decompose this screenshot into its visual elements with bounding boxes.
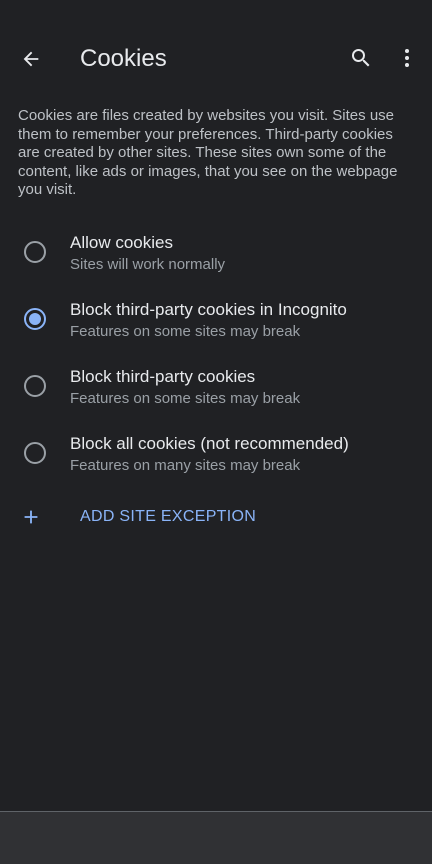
option-title: Block third-party cookies in Incognito [70, 300, 347, 319]
search-icon [352, 49, 370, 67]
option-subtitle: Features on many sites may break [70, 457, 301, 474]
radio-block-third-party-incognito[interactable] [24, 308, 46, 330]
bottom-navigation-bar [0, 811, 432, 864]
radio-block-all-cookies[interactable] [24, 442, 46, 464]
add-site-exception-button[interactable]: ADD SITE EXCEPTION [0, 500, 432, 534]
option-block-all-cookies[interactable]: Block all cookies (not recommended) Feat… [0, 433, 432, 491]
radio-block-third-party[interactable] [24, 375, 46, 397]
add-site-exception-label: ADD SITE EXCEPTION [80, 508, 257, 525]
more-vert-icon [405, 49, 409, 67]
radio-allow-cookies[interactable] [24, 241, 46, 263]
option-title: Block third-party cookies [70, 367, 256, 386]
search-button[interactable] [344, 41, 378, 75]
option-title: Allow cookies [70, 233, 173, 252]
cookies-description: Cookies are files created by websites yo… [18, 107, 398, 198]
option-block-third-party-incognito[interactable]: Block third-party cookies in Incognito F… [0, 299, 432, 357]
page-title: Cookies [80, 45, 167, 72]
option-block-third-party[interactable]: Block third-party cookies Features on so… [0, 366, 432, 424]
option-subtitle: Features on some sites may break [70, 390, 301, 407]
more-options-button[interactable] [390, 41, 424, 75]
option-title: Block all cookies (not recommended) [70, 434, 349, 453]
plus-icon [24, 510, 38, 524]
arrow-back-icon [23, 51, 39, 67]
option-subtitle: Features on some sites may break [70, 323, 301, 340]
back-button[interactable] [14, 42, 48, 76]
option-subtitle: Sites will work normally [70, 256, 226, 273]
option-allow-cookies[interactable]: Allow cookies Sites will work normally [0, 232, 432, 290]
app-bar: Cookies [0, 0, 432, 116]
